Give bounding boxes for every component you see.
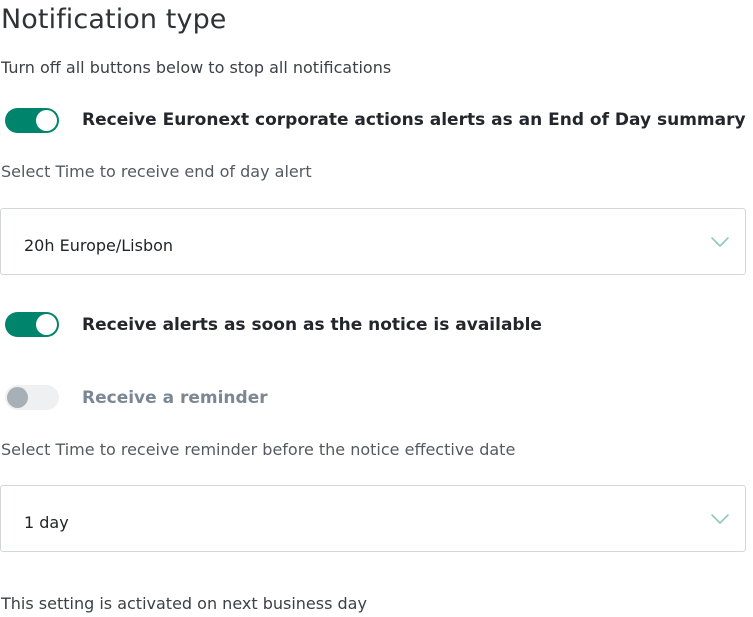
end-of-day-time-select[interactable]: 20h Europe/Lisbon: [0, 208, 746, 275]
end-of-day-time-label: Select Time to receive end of day alert: [1, 162, 312, 181]
toggle-knob: [36, 314, 57, 335]
reminder-toggle-label: Receive a reminder: [82, 388, 268, 408]
end-of-day-summary-toggle[interactable]: [5, 108, 59, 133]
reminder-time-label: Select Time to receive reminder before t…: [1, 440, 516, 459]
toggle-knob: [36, 110, 57, 131]
reminder-time-select[interactable]: 1 day: [0, 485, 746, 552]
page-title: Notification type: [1, 4, 227, 35]
end-of-day-summary-toggle-label: Receive Euronext corporate actions alert…: [82, 110, 746, 130]
instant-alerts-toggle-label: Receive alerts as soon as the notice is …: [82, 315, 542, 335]
page-subtitle: Turn off all buttons below to stop all n…: [1, 58, 392, 77]
reminder-time-value: 1 day: [24, 513, 69, 532]
instant-alerts-toggle[interactable]: [5, 312, 59, 337]
toggle-knob: [7, 387, 28, 408]
chevron-down-icon: [711, 514, 729, 524]
reminder-toggle[interactable]: [5, 385, 59, 410]
end-of-day-time-value: 20h Europe/Lisbon: [24, 236, 174, 255]
chevron-down-icon: [711, 237, 729, 247]
activation-note: This setting is activated on next busine…: [1, 594, 367, 613]
